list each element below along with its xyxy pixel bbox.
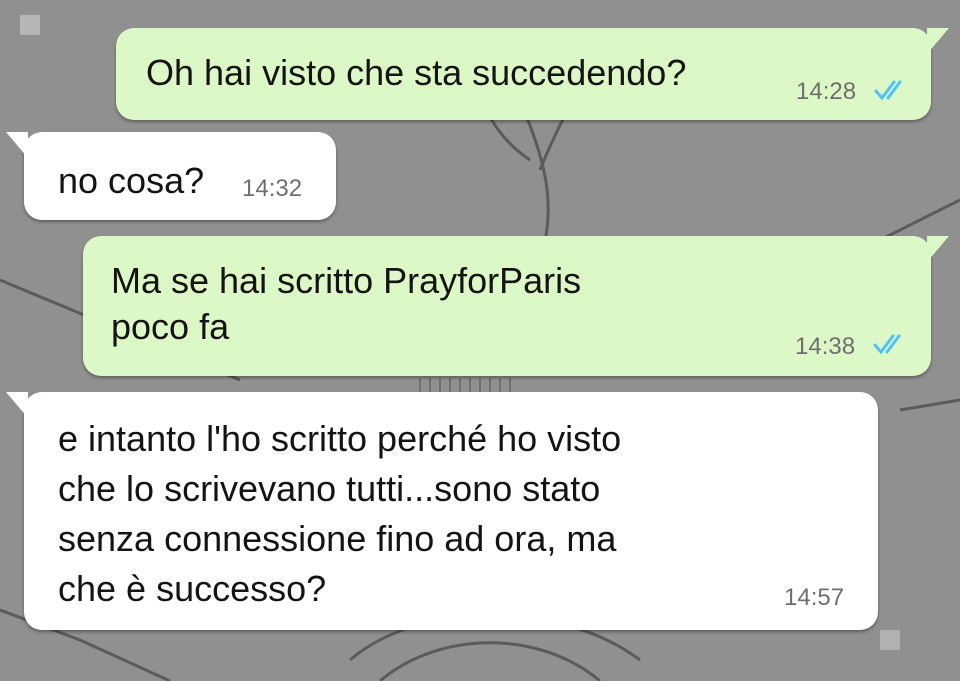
message-text: no cosa? bbox=[58, 160, 205, 201]
message-text: e intanto l'ho scritto perché ho visto c… bbox=[58, 418, 622, 609]
message-bubble-incoming[interactable]: no cosa? 14:32 bbox=[6, 132, 336, 220]
bubble-tail bbox=[927, 28, 949, 54]
message-bubble-incoming[interactable]: e intanto l'ho scritto perché ho visto c… bbox=[6, 392, 878, 630]
double-check-icon bbox=[873, 334, 901, 355]
double-check-icon bbox=[874, 80, 902, 101]
message-text: Ma se hai scritto PrayforParis poco fa bbox=[111, 260, 582, 347]
message-time: 14:57 bbox=[784, 584, 845, 611]
bubble-tail bbox=[6, 392, 28, 418]
message-bubble-outgoing[interactable]: Oh hai visto che sta succedendo? 14:28 bbox=[116, 28, 949, 120]
message-time: 14:32 bbox=[242, 175, 303, 202]
message-bubble-outgoing[interactable]: Ma se hai scritto PrayforParis poco fa 1… bbox=[83, 236, 949, 376]
message-time: 14:38 bbox=[795, 333, 856, 360]
message-text: Oh hai visto che sta succedendo? bbox=[146, 52, 687, 93]
bubble-tail bbox=[6, 132, 28, 158]
bubble-tail bbox=[927, 236, 949, 262]
message-time: 14:28 bbox=[796, 78, 857, 105]
